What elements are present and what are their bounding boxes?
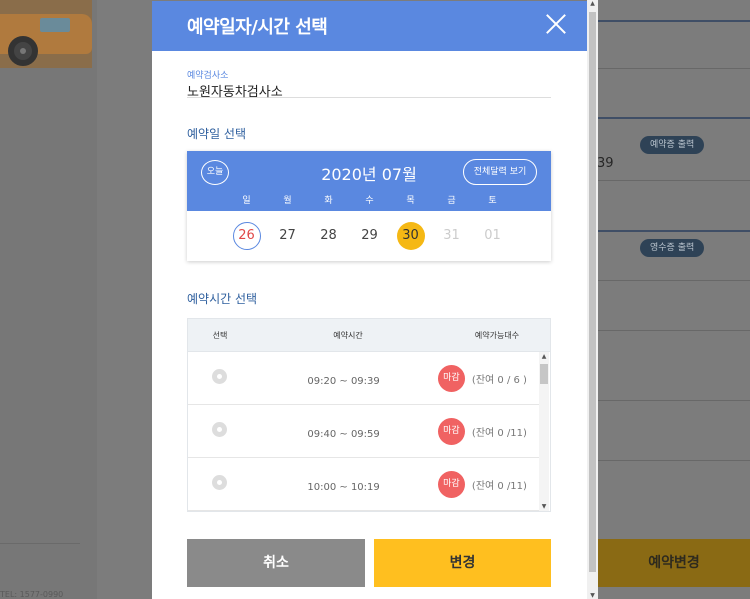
calendar-day-disabled: 01 bbox=[484, 228, 501, 243]
background-left-panel: TEL: 1577-0990 bbox=[0, 0, 97, 599]
background-right-panel bbox=[598, 0, 750, 599]
header-availability: 예약가능대수 bbox=[474, 330, 520, 340]
reserve-change-button[interactable]: 예약변경 bbox=[598, 539, 750, 587]
header-time: 예약시간 bbox=[333, 330, 363, 340]
table-row[interactable]: 09:40 ~ 09:59 마감 (잔여 0 /11) bbox=[188, 405, 540, 458]
time-section-title: 예약시간 선택 bbox=[187, 292, 258, 306]
close-icon[interactable] bbox=[545, 13, 567, 35]
calendar-day[interactable]: 27 bbox=[267, 222, 308, 250]
weekday-label: 수 bbox=[365, 196, 374, 206]
time-table: 선택 예약시간 예약가능대수 09:20 ~ 09:39 마감 (잔여 0 / … bbox=[187, 318, 551, 512]
table-row[interactable]: 09:20 ~ 09:39 마감 (잔여 0 / 6 ) bbox=[188, 352, 540, 405]
vehicle-illustration bbox=[0, 0, 92, 68]
calendar-day[interactable]: 28 bbox=[308, 222, 349, 250]
remaining-count: (잔여 0 /11) bbox=[471, 427, 527, 439]
page-scrollbar[interactable]: ▲ ▼ bbox=[587, 0, 598, 599]
divider bbox=[598, 117, 750, 119]
divider bbox=[598, 280, 750, 281]
time-radio[interactable] bbox=[211, 368, 227, 384]
calendar-day[interactable]: 29 bbox=[349, 222, 390, 250]
scroll-down-icon[interactable]: ▼ bbox=[587, 592, 598, 599]
weekday-label: 금 bbox=[447, 196, 456, 206]
footer-phone: TEL: 1577-0990 bbox=[0, 590, 64, 599]
date-section-title: 예약일 선택 bbox=[187, 127, 247, 141]
weekday-label: 목 bbox=[406, 196, 415, 206]
weekday-label: 월 bbox=[283, 196, 292, 206]
divider bbox=[598, 20, 750, 22]
time-table-body: 09:20 ~ 09:39 마감 (잔여 0 / 6 ) 09:40 ~ 09:… bbox=[188, 352, 550, 511]
weekday-label: 토 bbox=[488, 196, 497, 206]
time-radio[interactable] bbox=[211, 474, 227, 490]
time-table-header: 선택 예약시간 예약가능대수 bbox=[188, 319, 550, 352]
time-table-scrollbar[interactable]: ▲ ▼ bbox=[539, 352, 549, 511]
weekday-label: 일 bbox=[242, 196, 251, 206]
scroll-down-icon[interactable]: ▼ bbox=[539, 502, 549, 511]
closed-badge: 마감 bbox=[437, 364, 465, 392]
time-radio[interactable] bbox=[211, 421, 227, 437]
divider bbox=[598, 230, 750, 232]
calendar-day[interactable]: 26 bbox=[226, 222, 267, 250]
modal-header: 예약일자/시간 선택 bbox=[152, 1, 587, 51]
divider bbox=[0, 543, 80, 544]
header-select: 선택 bbox=[212, 330, 228, 340]
divider bbox=[598, 180, 750, 181]
calendar-day-selected[interactable]: 30 bbox=[390, 222, 431, 250]
remaining-count: (잔여 0 / 6 ) bbox=[471, 374, 527, 386]
calendar-header: 오늘 2020년 07월 전체달력 보기 일 월 화 수 목 금 토 bbox=[187, 151, 551, 211]
receipt-print-button[interactable]: 영수증 출력 bbox=[640, 239, 705, 257]
divider bbox=[598, 400, 750, 401]
cancel-button[interactable]: 취소 bbox=[187, 539, 365, 587]
scroll-thumb[interactable] bbox=[589, 12, 596, 572]
change-button[interactable]: 변경 bbox=[374, 539, 551, 587]
inspection-center-label: 예약검사소 bbox=[187, 71, 229, 81]
table-row[interactable]: 10:00 ~ 10:19 마감 (잔여 0 /11) bbox=[188, 458, 540, 511]
date-time-modal: 예약일자/시간 선택 예약검사소 노원자동차검사소 예약일 선택 오늘 2020… bbox=[152, 1, 587, 599]
time-slot: 09:20 ~ 09:39 bbox=[307, 375, 380, 387]
reservation-print-button[interactable]: 예약증 출력 bbox=[640, 136, 705, 154]
scroll-up-icon[interactable]: ▲ bbox=[587, 0, 598, 7]
time-slot: 10:00 ~ 10:19 bbox=[307, 481, 380, 493]
remaining-count: (잔여 0 /11) bbox=[471, 480, 527, 492]
modal-title: 예약일자/시간 선택 bbox=[187, 17, 328, 38]
divider bbox=[598, 330, 750, 331]
time-slot: 09:40 ~ 09:59 bbox=[307, 428, 380, 440]
scroll-thumb[interactable] bbox=[540, 364, 548, 384]
weekday-label: 화 bbox=[324, 196, 333, 206]
calendar-day-disabled: 31 bbox=[443, 228, 460, 243]
closed-badge: 마감 bbox=[437, 417, 465, 445]
divider bbox=[598, 68, 750, 69]
scroll-up-icon[interactable]: ▲ bbox=[539, 352, 549, 362]
weekday-row: 일 월 화 수 목 금 토 bbox=[226, 193, 513, 206]
background-number: 39 bbox=[597, 156, 614, 171]
inspection-center-value: 노원자동차검사소 bbox=[187, 81, 551, 100]
day-row: 26 27 28 29 30 31 01 bbox=[226, 222, 513, 250]
full-calendar-button[interactable]: 전체달력 보기 bbox=[463, 159, 537, 185]
divider bbox=[598, 460, 750, 461]
calendar: 오늘 2020년 07월 전체달력 보기 일 월 화 수 목 금 토 26 27… bbox=[187, 151, 551, 261]
closed-badge: 마감 bbox=[437, 470, 465, 498]
